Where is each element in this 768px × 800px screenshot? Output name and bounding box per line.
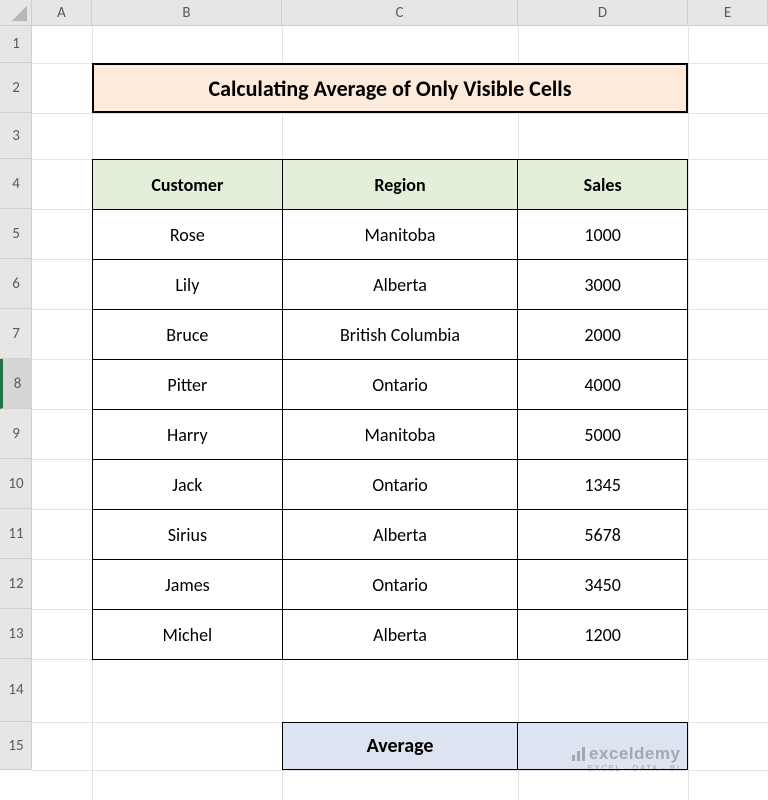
row-header-3[interactable]: 3 xyxy=(0,113,32,159)
row-header-15[interactable]: 15 xyxy=(0,722,32,770)
row-header-12[interactable]: 12 xyxy=(0,559,32,609)
header-customer[interactable]: Customer xyxy=(93,160,283,210)
table-row: LilyAlberta3000 xyxy=(93,260,688,310)
cell-region[interactable]: Manitoba xyxy=(282,410,518,460)
sheet-title-text: Calculating Average of Only Visible Cell… xyxy=(209,75,572,102)
cell-customer[interactable]: James xyxy=(93,560,283,610)
col-header-B[interactable]: B xyxy=(92,0,282,26)
col-header-A[interactable]: A xyxy=(32,0,92,26)
spreadsheet: A B C D E 123456789101112131415 Calculat… xyxy=(0,0,768,800)
row-header-4[interactable]: 4 xyxy=(0,159,32,209)
cell-customer[interactable]: Pitter xyxy=(93,360,283,410)
table-row: SiriusAlberta5678 xyxy=(93,510,688,560)
select-all-corner[interactable] xyxy=(0,0,32,26)
header-sales[interactable]: Sales xyxy=(518,160,688,210)
cell-region[interactable]: Alberta xyxy=(282,610,518,660)
sheet-title: Calculating Average of Only Visible Cell… xyxy=(92,63,688,113)
table-row: PitterOntario4000 xyxy=(93,360,688,410)
table-row: RoseManitoba1000 xyxy=(93,210,688,260)
row-headers: 123456789101112131415 xyxy=(0,26,32,770)
table-row: HarryManitoba5000 xyxy=(93,410,688,460)
row-header-9[interactable]: 9 xyxy=(0,409,32,459)
row-header-10[interactable]: 10 xyxy=(0,459,32,509)
row-header-13[interactable]: 13 xyxy=(0,609,32,659)
row-header-1[interactable]: 1 xyxy=(0,26,32,63)
cell-sales[interactable]: 3450 xyxy=(518,560,688,610)
row-header-7[interactable]: 7 xyxy=(0,309,32,359)
cell-sales[interactable]: 5678 xyxy=(518,510,688,560)
cell-customer[interactable]: Lily xyxy=(93,260,283,310)
average-row: Average xyxy=(282,722,688,770)
row-header-14[interactable]: 14 xyxy=(0,659,32,722)
cell-sales[interactable]: 2000 xyxy=(518,310,688,360)
cell-sales[interactable]: 1345 xyxy=(518,460,688,510)
col-header-D[interactable]: D xyxy=(518,0,688,26)
row-header-8[interactable]: 8 xyxy=(0,359,32,409)
cell-grid[interactable]: Calculating Average of Only Visible Cell… xyxy=(32,26,768,800)
cell-customer[interactable]: Harry xyxy=(93,410,283,460)
cell-customer[interactable]: Sirius xyxy=(93,510,283,560)
average-value-cell[interactable] xyxy=(518,722,688,770)
cell-region[interactable]: Ontario xyxy=(282,360,518,410)
cell-customer[interactable]: Jack xyxy=(93,460,283,510)
cell-sales[interactable]: 5000 xyxy=(518,410,688,460)
table-row: MichelAlberta1200 xyxy=(93,610,688,660)
cell-region[interactable]: British Columbia xyxy=(282,310,518,360)
cell-sales[interactable]: 3000 xyxy=(518,260,688,310)
row-header-5[interactable]: 5 xyxy=(0,209,32,259)
header-region[interactable]: Region xyxy=(282,160,518,210)
row-header-11[interactable]: 11 xyxy=(0,509,32,559)
cell-region[interactable]: Ontario xyxy=(282,460,518,510)
table-row: BruceBritish Columbia2000 xyxy=(93,310,688,360)
table-row: JackOntario1345 xyxy=(93,460,688,510)
cell-customer[interactable]: Bruce xyxy=(93,310,283,360)
col-header-C[interactable]: C xyxy=(282,0,518,26)
cell-sales[interactable]: 1000 xyxy=(518,210,688,260)
col-header-E[interactable]: E xyxy=(688,0,768,26)
column-headers: A B C D E xyxy=(32,0,768,26)
cell-sales[interactable]: 4000 xyxy=(518,360,688,410)
average-label: Average xyxy=(367,734,434,758)
row-header-6[interactable]: 6 xyxy=(0,259,32,309)
average-label-cell[interactable]: Average xyxy=(282,722,518,770)
table-row: JamesOntario3450 xyxy=(93,560,688,610)
cell-region[interactable]: Alberta xyxy=(282,260,518,310)
cell-sales[interactable]: 1200 xyxy=(518,610,688,660)
cell-region[interactable]: Ontario xyxy=(282,560,518,610)
cell-region[interactable]: Manitoba xyxy=(282,210,518,260)
row-header-2[interactable]: 2 xyxy=(0,63,32,113)
cell-customer[interactable]: Michel xyxy=(93,610,283,660)
cell-region[interactable]: Alberta xyxy=(282,510,518,560)
cell-customer[interactable]: Rose xyxy=(93,210,283,260)
data-table: Customer Region Sales RoseManitoba1000Li… xyxy=(92,159,688,660)
